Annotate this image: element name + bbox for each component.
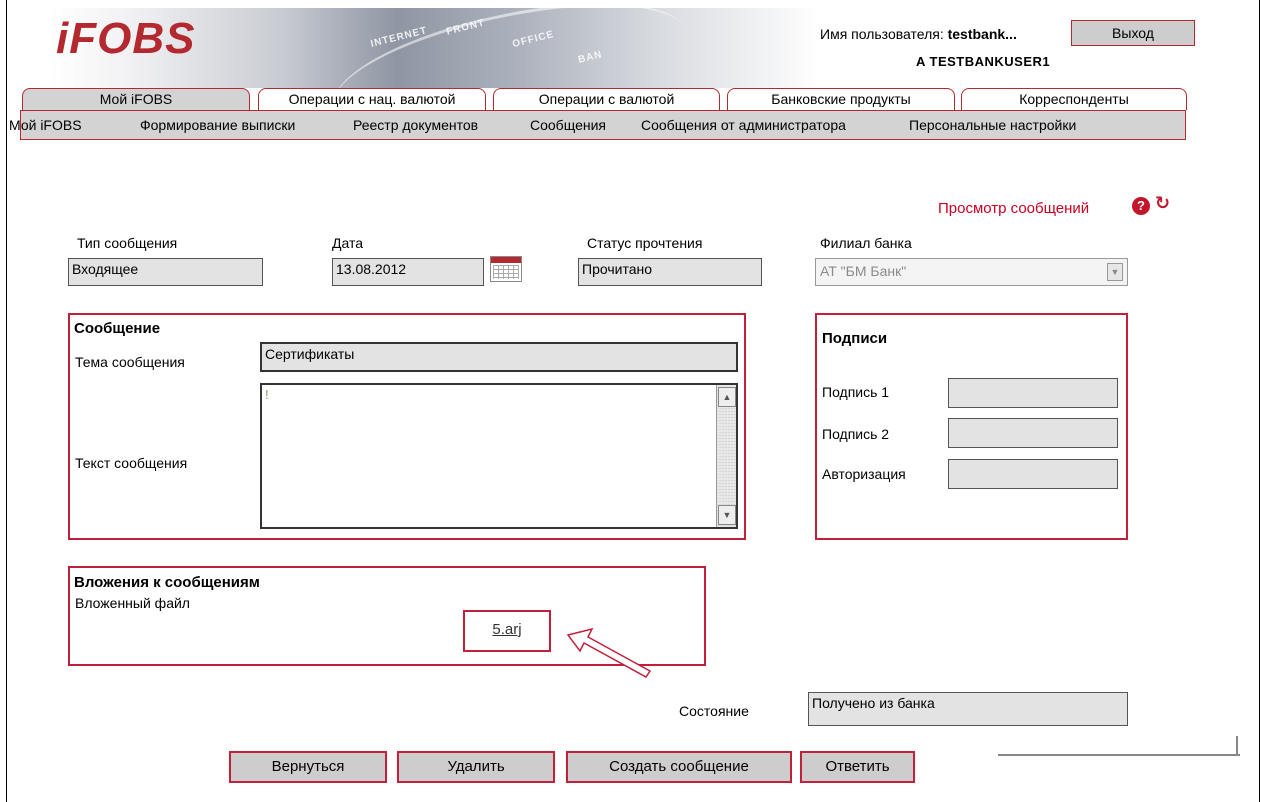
frame-border-right [1259,0,1260,802]
attached-file-label: Вложенный файл [75,595,190,611]
user-label: Имя пользователя: [820,26,944,42]
tab-bank-products[interactable]: Банковские продукты [727,88,955,110]
tab-foreign-currency[interactable]: Операции с валютой [493,88,720,110]
submenu-bar: Мой iFOBS Формирование выписки Реестр до… [9,110,1186,140]
bank-branch-label: Филиал банка [820,235,912,251]
tab-national-currency[interactable]: Операции с нац. валютой [258,88,486,110]
signature-2-label: Подпись 2 [822,426,890,442]
message-text-label: Текст сообщения [75,455,188,471]
submenu-statement[interactable]: Формирование выписки [140,117,295,133]
chevron-down-icon[interactable]: ▼ [1107,263,1123,281]
back-button[interactable]: Вернуться [229,751,387,783]
decorative-line [1236,736,1238,756]
help-icon[interactable]: ? [1132,197,1150,215]
bank-branch-value: АТ "БМ Банк" [820,263,907,279]
refresh-icon[interactable]: ↻ [1155,193,1170,214]
subject-field: Сертификаты [260,342,738,372]
read-status-label: Статус прочтения [587,235,703,251]
calendar-icon[interactable] [490,256,522,282]
page-title: Просмотр сообщений [938,200,1090,217]
state-field: Получено из банка [808,692,1128,726]
calendar-icon-header [491,257,521,263]
bank-branch-select[interactable]: АТ "БМ Банк" ▼ [815,258,1128,286]
date-label: Дата [332,235,364,251]
scroll-down-icon[interactable]: ▼ [718,505,736,525]
decorative-line [998,754,1240,756]
submenu-personal-settings[interactable]: Персональные настройки [909,117,1076,133]
message-text-value: ! [265,387,269,402]
message-type-field: Входящее [68,258,263,286]
attachments-title: Вложения к сообщениям [74,574,260,591]
scrollbar[interactable]: ▲ ▼ [716,385,736,527]
signature-1-label: Подпись 1 [822,384,890,400]
tab-my-ifobs[interactable]: Мой iFOBS [22,88,250,110]
attached-file-link[interactable]: 5.arj [463,610,551,652]
message-type-label: Тип сообщения [77,235,178,251]
user-info: Имя пользователя: testbank... [820,26,1017,42]
date-field[interactable]: 13.08.2012 [332,258,484,286]
subject-label: Тема сообщения [75,354,185,370]
user-login: testbank... [947,26,1017,42]
submenu-doc-registry[interactable]: Реестр документов [353,117,478,133]
signatures-title: Подписи [822,330,888,347]
delete-button[interactable]: Удалить [397,751,555,783]
signature-1-field [948,378,1118,408]
arrow-annotation-icon [566,627,652,678]
exit-button[interactable]: Выход [1071,20,1195,46]
authorization-label: Авторизация [822,466,906,482]
message-section-title: Сообщение [74,320,161,337]
attached-file-name[interactable]: 5.arj [492,621,521,638]
read-status-field: Прочитано [578,258,762,286]
submenu-admin-messages[interactable]: Сообщения от администратора [641,117,846,133]
submenu-messages[interactable]: Сообщения [530,117,606,133]
create-message-button[interactable]: Создать сообщение [566,751,792,783]
frame-border-left [6,0,7,802]
reply-button[interactable]: Ответить [800,751,915,783]
authorization-field [948,459,1118,489]
scroll-up-icon[interactable]: ▲ [718,387,736,407]
user-full-name: A TESTBANKUSER1 [916,54,1051,69]
ifobs-logo: iFOBS [56,14,196,63]
calendar-icon-grid [493,265,519,279]
tab-correspondents[interactable]: Корреспонденты [961,88,1187,110]
submenu-my-ifobs[interactable]: Мой iFOBS [9,117,82,133]
signature-2-field [948,418,1118,448]
message-text-area[interactable]: ! ▲ ▼ [260,383,738,529]
state-label: Состояние [679,703,749,719]
